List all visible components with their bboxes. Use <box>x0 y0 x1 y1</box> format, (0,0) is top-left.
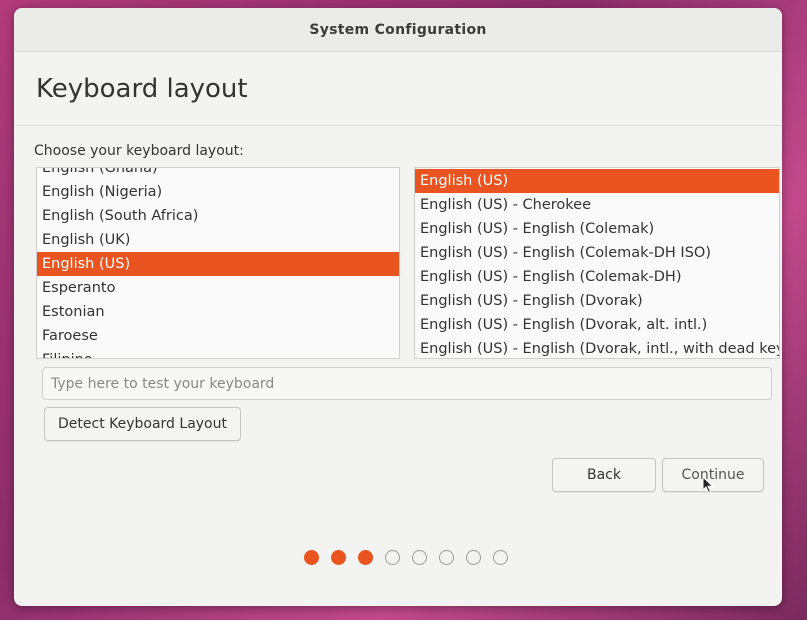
page-heading-area: Keyboard layout <box>14 52 782 126</box>
detect-keyboard-layout-button[interactable]: Detect Keyboard Layout <box>44 407 241 441</box>
layout-list-item[interactable]: English (Nigeria) <box>37 180 399 204</box>
progress-dot <box>358 550 373 565</box>
back-button[interactable]: Back <box>552 458 656 492</box>
variant-list-item[interactable]: English (US) - English (Colemak-DH ISO) <box>415 241 779 265</box>
layout-prompt-label: Choose your keyboard layout: <box>34 143 244 159</box>
variant-list-item[interactable]: English (US) - English (Dvorak, alt. int… <box>415 313 779 337</box>
layout-list-item[interactable]: Estonian <box>37 300 399 324</box>
progress-dot <box>466 550 481 565</box>
progress-dot <box>304 550 319 565</box>
keyboard-variant-list[interactable]: English (US) English (US) - Cherokee Engli… <box>414 167 780 359</box>
variant-list-item[interactable]: English (US) - English (Colemak) <box>415 217 779 241</box>
progress-dot <box>493 550 508 565</box>
progress-dots <box>304 550 508 565</box>
progress-dot <box>439 550 454 565</box>
variant-list-item[interactable]: English (US) - English (Dvorak) <box>415 289 779 313</box>
installer-window: System Configuration Keyboard layout Cho… <box>14 8 782 606</box>
progress-dot <box>385 550 400 565</box>
variant-list-item[interactable]: English (US) - English (Colemak-DH) <box>415 265 779 289</box>
mouse-pointer-icon <box>702 476 714 494</box>
layout-list-item[interactable]: Faroese <box>37 324 399 348</box>
progress-dot <box>331 550 346 565</box>
variant-list-item[interactable]: English (US) - Cherokee <box>415 193 779 217</box>
layout-list-item[interactable]: English (Ghana) <box>37 168 399 180</box>
title-bar: System Configuration <box>14 8 782 52</box>
keyboard-layout-list[interactable]: English (Ghana) English (Nigeria) English … <box>36 167 400 359</box>
page-title: Keyboard layout <box>36 73 248 104</box>
layout-list-item[interactable]: English (UK) <box>37 228 399 252</box>
progress-dot <box>412 550 427 565</box>
layout-list-item[interactable]: English (South Africa) <box>37 204 399 228</box>
variant-list-item[interactable]: English (US) - English (Dvorak, intl., w… <box>415 337 779 358</box>
layout-list-item[interactable]: Esperanto <box>37 276 399 300</box>
layout-list-item[interactable]: English (US) <box>37 252 399 276</box>
variant-list-item[interactable]: English (US) <box>415 169 779 193</box>
window-title: System Configuration <box>309 21 487 38</box>
keyboard-test-input[interactable] <box>42 367 772 400</box>
layout-list-item[interactable]: Filipino <box>37 348 399 358</box>
